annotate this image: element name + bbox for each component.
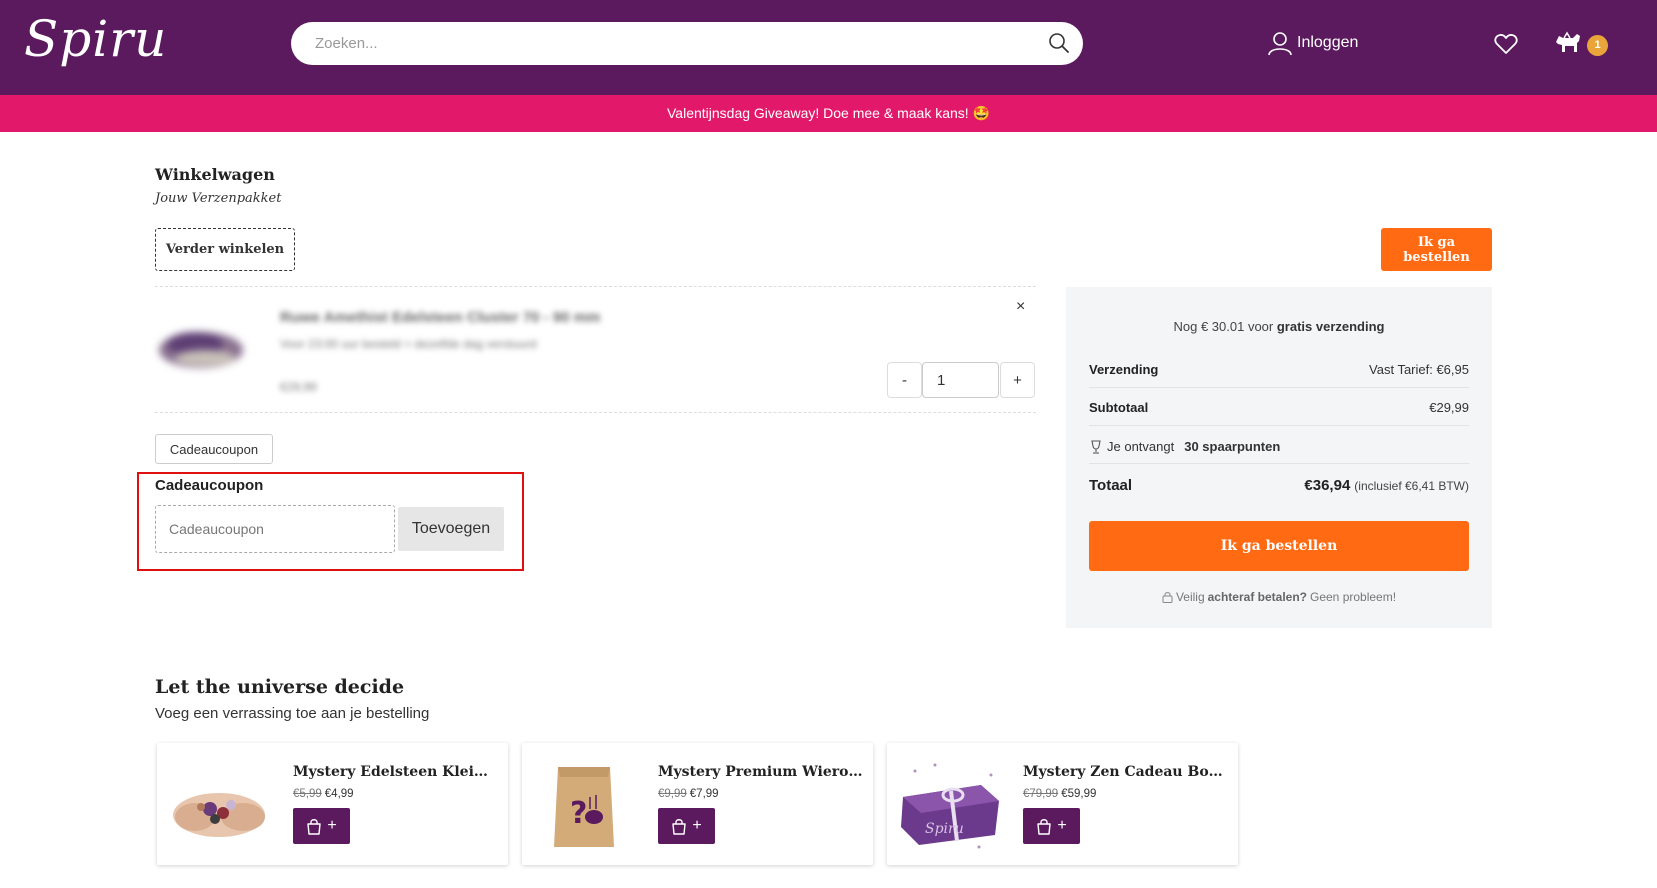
shopping-bag-icon [672,818,687,835]
upsell-subtitle: Voeg een verrassing toe aan je bestellin… [155,705,430,722]
search-bar [291,22,1083,65]
login-label: Inloggen [1297,34,1359,51]
upsell-product-price: €5,99 €4,99 [293,788,354,800]
product-image-mystery-bag[interactable]: ? [530,757,638,851]
free-shipping-prefix: Nog € 30.01 voor [1173,319,1274,334]
old-price: €9,99 [658,788,687,800]
upsell-product-card[interactable]: Mystery Edelsteen Klein (1... €5,99 €4,99… [157,743,508,865]
continue-shopping-button[interactable]: Verder winkelen [155,228,295,271]
search-icon[interactable] [1047,31,1071,55]
divider [1089,387,1469,388]
divider [155,412,1036,413]
safe-bold: achteraf betalen? [1207,590,1307,604]
order-top-button[interactable]: Ik ga bestellen [1381,228,1492,271]
upsell-product-price: €79,99 €59,99 [1023,788,1096,800]
safe-prefix: Veilig [1175,590,1205,604]
coupon-toggle-button[interactable]: Cadeaucoupon [155,434,273,464]
add-plus-label: + [1057,817,1067,834]
cart-item-price: €29,99 [280,380,317,394]
free-shipping-bold: gratis verzending [1276,319,1385,334]
coupon-input[interactable] [155,505,395,553]
lock-icon [1162,592,1173,603]
add-plus-label: + [692,817,702,834]
remove-item-icon[interactable]: × [1016,298,1025,316]
add-to-cart-button[interactable]: + [658,808,715,844]
old-price: €79,99 [1023,788,1059,800]
svg-text:Spiru: Spiru [925,821,964,837]
add-to-cart-button[interactable]: + [293,808,350,844]
quantity-increase-button[interactable]: + [1000,362,1035,398]
free-shipping-notice: Nog € 30.01 voor gratis verzending [1066,319,1492,334]
total-value-group: €36,94 (inclusief €6,41 BTW) [1304,477,1469,494]
shopping-bag-icon [307,818,322,835]
add-plus-label: + [327,817,337,834]
cart-animal-icon[interactable] [1553,30,1583,56]
cart-subtitle: Jouw Verzenpakket [155,191,282,206]
cart-count-badge: 1 [1587,35,1608,56]
upsell-product-name[interactable]: Mystery Edelsteen Klein (1... [293,764,498,780]
cart-title: Winkelwagen [155,165,275,184]
total-label: Totaal [1089,477,1133,494]
user-icon [1268,32,1292,56]
product-image-zen-gift-box[interactable]: Spiru [895,757,1003,851]
total-tax: (inclusief €6,41 BTW) [1354,479,1469,493]
upsell-product-name[interactable]: Mystery Premium Wieroo... [658,764,863,780]
coupon-add-button[interactable]: Toevoegen [398,507,504,551]
points-prefix: Je ontvangt [1107,439,1175,454]
shipping-row: Verzending Vast Tarief: €6,95 [1089,362,1469,377]
login-link[interactable]: Inloggen [1267,30,1358,56]
old-price: €5,99 [293,788,322,800]
cart-item-name[interactable]: Ruwe Amethist Edelsteen Cluster 70 - 90 … [280,309,600,326]
subtotal-label: Subtotaal [1089,400,1149,415]
product-image-gemstones-hands[interactable] [165,757,273,851]
subtotal-row: Subtotaal €29,99 [1089,400,1469,415]
upsell-product-name[interactable]: Mystery Zen Cadeau Box -... [1023,764,1228,780]
wishlist-heart-icon[interactable] [1494,33,1518,55]
new-price: €59,99 [1061,788,1097,800]
total-row: Totaal €36,94 (inclusief €6,41 BTW) [1089,477,1469,494]
coupon-label: Cadeaucoupon [155,477,264,494]
divider [1089,425,1469,426]
upsell-product-price: €9,99 €7,99 [658,788,719,800]
svg-text:?: ? [570,796,587,831]
order-summary: Nog € 30.01 voor gratis verzending Verze… [1066,287,1492,628]
search-input[interactable] [313,22,1013,65]
promo-banner[interactable]: Valentijnsdag Giveaway! Doe mee & maak k… [0,95,1657,132]
product-image-amethyst[interactable] [155,318,247,376]
new-price: €7,99 [689,788,719,800]
quantity-decrease-button[interactable]: - [887,362,922,398]
add-to-cart-button[interactable]: + [1023,808,1080,844]
order-main-button[interactable]: Ik ga bestellen [1089,521,1469,571]
shipping-label: Verzending [1089,362,1159,377]
shipping-value: Vast Tarief: €6,95 [1369,362,1469,377]
divider [1089,463,1469,464]
new-price: €4,99 [324,788,354,800]
subtotal-value: €29,99 [1429,400,1469,415]
site-header: Spiru Inloggen 1 [0,0,1657,95]
shopping-bag-icon [1037,818,1052,835]
safe-payment-note: Veilig achteraf betalen? Geen probleem! [1066,590,1492,604]
trophy-icon [1091,439,1101,454]
points-value: 30 spaarpunten [1184,439,1281,454]
upsell-title: Let the universe decide [155,676,405,698]
quantity-input[interactable] [922,362,999,398]
total-value: €36,94 [1304,477,1351,494]
divider [155,286,1036,287]
loyalty-points-row: Je ontvangt 30 spaarpunten [1089,439,1280,454]
upsell-product-card[interactable]: Spiru Mystery Zen Cadeau Box -... €79,99… [887,743,1238,865]
spiru-logo[interactable]: Spiru [24,14,167,64]
safe-suffix: Geen probleem! [1310,590,1397,604]
upsell-product-card[interactable]: ? Mystery Premium Wieroo... €9,99 €7,99 + [522,743,873,865]
cart-item-shipping-note: Voor 23:00 uur besteld = dezelfde dag ve… [280,337,537,351]
